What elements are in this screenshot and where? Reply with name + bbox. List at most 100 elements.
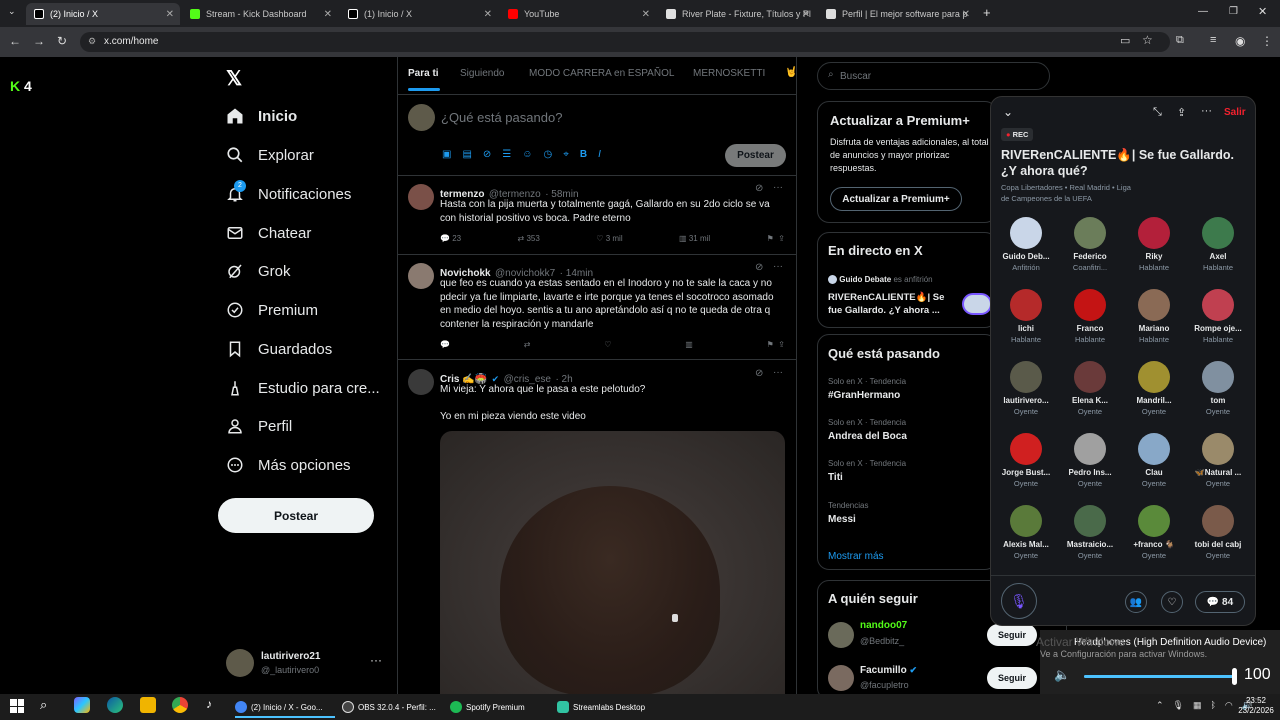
image-icon[interactable]: ▣ [442, 149, 451, 160]
trend-name[interactable]: Messi [828, 514, 856, 525]
more-icon[interactable]: ··· [370, 653, 382, 667]
search-icon[interactable]: ⌕ [40, 697, 47, 713]
network-tray-icon[interactable]: ▦ [1193, 700, 1202, 711]
edge-icon[interactable] [107, 697, 123, 713]
space-participant[interactable]: Franco Hablante [1059, 289, 1121, 344]
comments-button[interactable]: 💬 84 [1195, 591, 1245, 613]
space-participant[interactable]: Federico Coanfitri... [1059, 217, 1121, 272]
browser-tab[interactable]: (1) Inicio / X ✕ [340, 3, 498, 25]
follow-name[interactable]: Facumillo ✔ [860, 665, 917, 676]
taskbar-app-obs[interactable]: OBS 32.0.4 - Perfil: ... [342, 698, 442, 716]
italic-icon[interactable]: I [598, 149, 601, 160]
volume-slider[interactable] [1084, 668, 1237, 685]
space-participant[interactable]: tom Oyente [1187, 361, 1249, 416]
more-icon[interactable]: ··· [1201, 105, 1212, 117]
microphone-icon[interactable]: 🎙 [1173, 700, 1184, 711]
space-participant[interactable]: Pedro Ins... Oyente [1059, 433, 1121, 488]
menu-icon[interactable]: ⋮ [1261, 34, 1273, 48]
reply-button[interactable]: 💬 23 [440, 234, 461, 243]
browser-tab[interactable]: River Plate - Fixture, Títulos y Pl ✕ [658, 3, 816, 25]
views-button[interactable]: ▥ [685, 340, 693, 349]
minimize-icon[interactable]: — [1198, 6, 1208, 17]
chevron-up-icon[interactable]: ⌃ [1156, 700, 1164, 711]
reply-button[interactable]: 💬 [440, 340, 450, 349]
space-participant[interactable]: lichi Hablante [995, 289, 1057, 344]
avatar[interactable] [828, 665, 854, 691]
sidebar-item-perfil[interactable]: Perfil [226, 411, 292, 441]
people-icon[interactable]: 👥 [1125, 591, 1147, 613]
space-participant[interactable]: Riky Hablante [1123, 217, 1185, 272]
taskbar-app-spotify[interactable]: Spotify Premium [450, 698, 550, 716]
grok-icon[interactable]: ⊘ [755, 262, 763, 273]
back-icon[interactable]: ← [9, 34, 21, 48]
leave-button[interactable]: Salir [1224, 107, 1246, 118]
space-participant[interactable]: Rompe oje... Hablante [1187, 289, 1249, 344]
space-participant[interactable]: Mastraicio... Oyente [1059, 505, 1121, 560]
follow-name[interactable]: nandoo07 [860, 620, 907, 631]
grok-icon[interactable]: ⊘ [483, 149, 491, 160]
space-participant[interactable]: Mandril... Oyente [1123, 361, 1185, 416]
close-icon[interactable]: ✕ [166, 9, 174, 20]
sidebar-item-notificaciones[interactable]: 2 Notificaciones [226, 179, 351, 209]
premium-button[interactable]: Actualizar a Premium+ [830, 187, 962, 211]
tab-siguiendo[interactable]: Siguiendo [460, 68, 504, 79]
close-icon[interactable]: ✕ [802, 9, 810, 20]
sidebar-item-guardados[interactable]: Guardados [226, 334, 332, 364]
views-button[interactable]: ▥ 31 mil [679, 234, 710, 243]
more-icon[interactable]: ··· [773, 367, 783, 378]
maximize-icon[interactable]: ❐ [1229, 6, 1238, 17]
start-icon[interactable] [10, 699, 24, 713]
location-icon[interactable]: ⌖ [563, 149, 569, 160]
grok-icon[interactable]: ⊘ [755, 183, 763, 194]
forward-icon[interactable]: → [33, 34, 45, 48]
x-logo-icon[interactable]: 𝕏 [226, 66, 242, 91]
trend-name[interactable]: #GranHermano [828, 390, 900, 401]
live-host[interactable]: Guido Debate es anfitrión [828, 275, 933, 285]
composer-input[interactable]: ¿Qué está pasando? [441, 110, 562, 125]
space-participant[interactable]: Axel Hablante [1187, 217, 1249, 272]
tweet-video[interactable] [440, 431, 785, 694]
tab-para-ti[interactable]: Para ti [408, 68, 439, 79]
post-button[interactable]: Postear [218, 498, 374, 533]
close-icon[interactable]: ✕ [962, 9, 970, 20]
follow-button[interactable]: Seguir [987, 667, 1037, 689]
copilot-icon[interactable] [74, 697, 90, 713]
trend-name[interactable]: Andrea del Boca [828, 431, 907, 442]
sidebar-item-mas-opciones[interactable]: Más opciones [226, 450, 351, 480]
tiktok-icon[interactable]: ♪ [206, 697, 212, 711]
poll-icon[interactable]: ☰ [502, 149, 511, 160]
follow-button[interactable]: Seguir [987, 624, 1037, 646]
browser-tab[interactable]: YouTube ✕ [500, 3, 656, 25]
repost-button[interactable]: ⇄ [524, 340, 531, 349]
bold-icon[interactable]: B [580, 149, 587, 160]
more-icon[interactable]: ··· [773, 261, 783, 272]
space-participant[interactable]: lautirivero... Oyente [995, 361, 1057, 416]
space-participant[interactable]: Alexis Mal... Oyente [995, 505, 1057, 560]
account-switcher[interactable]: lautirivero21 @_lautirivero0 ··· [226, 649, 396, 679]
collapse-icon[interactable]: ⌄ [1003, 105, 1013, 119]
tab-mernosketti[interactable]: MERNOSKETTI [693, 68, 765, 79]
speaker-icon[interactable]: 🔈 [1054, 667, 1070, 683]
like-button[interactable]: ♡ 3 mil [596, 234, 622, 243]
sidebar-item-estudio[interactable]: Estudio para cre... [226, 373, 380, 403]
live-avatar[interactable] [962, 293, 992, 315]
grok-icon[interactable]: ⊘ [755, 368, 763, 379]
space-participant[interactable]: 🦋Natural ... Oyente [1187, 433, 1249, 488]
sidebar-item-chatear[interactable]: Chatear [226, 218, 311, 248]
bluetooth-icon[interactable]: ᛒ [1211, 700, 1216, 711]
profile-icon[interactable]: ◉ [1235, 34, 1245, 48]
more-icon[interactable]: ··· [773, 182, 783, 193]
avatar[interactable] [408, 369, 434, 395]
heart-icon[interactable]: ♡ [1161, 591, 1183, 613]
close-window-icon[interactable]: ✕ [1258, 5, 1267, 18]
new-tab-icon[interactable]: + [983, 5, 991, 20]
live-space-title[interactable]: RIVERenCALIENTE🔥| Se fue Gallardo. ¿Y ah… [828, 291, 948, 317]
tab-modo-carrera[interactable]: MODO CARRERA en ESPAÑOL [529, 68, 674, 79]
space-participant[interactable]: tobi del cabj Oyente [1187, 505, 1249, 560]
gif-icon[interactable]: ▤ [462, 149, 471, 160]
sidebar-item-grok[interactable]: Grok [226, 256, 291, 286]
star-icon[interactable]: ☆ [1142, 33, 1153, 47]
chrome-icon[interactable] [172, 697, 188, 713]
clock[interactable]: 23:52 23/2/2026 [1236, 696, 1276, 716]
browser-tab[interactable]: (2) Inicio / X ✕ [26, 3, 180, 25]
